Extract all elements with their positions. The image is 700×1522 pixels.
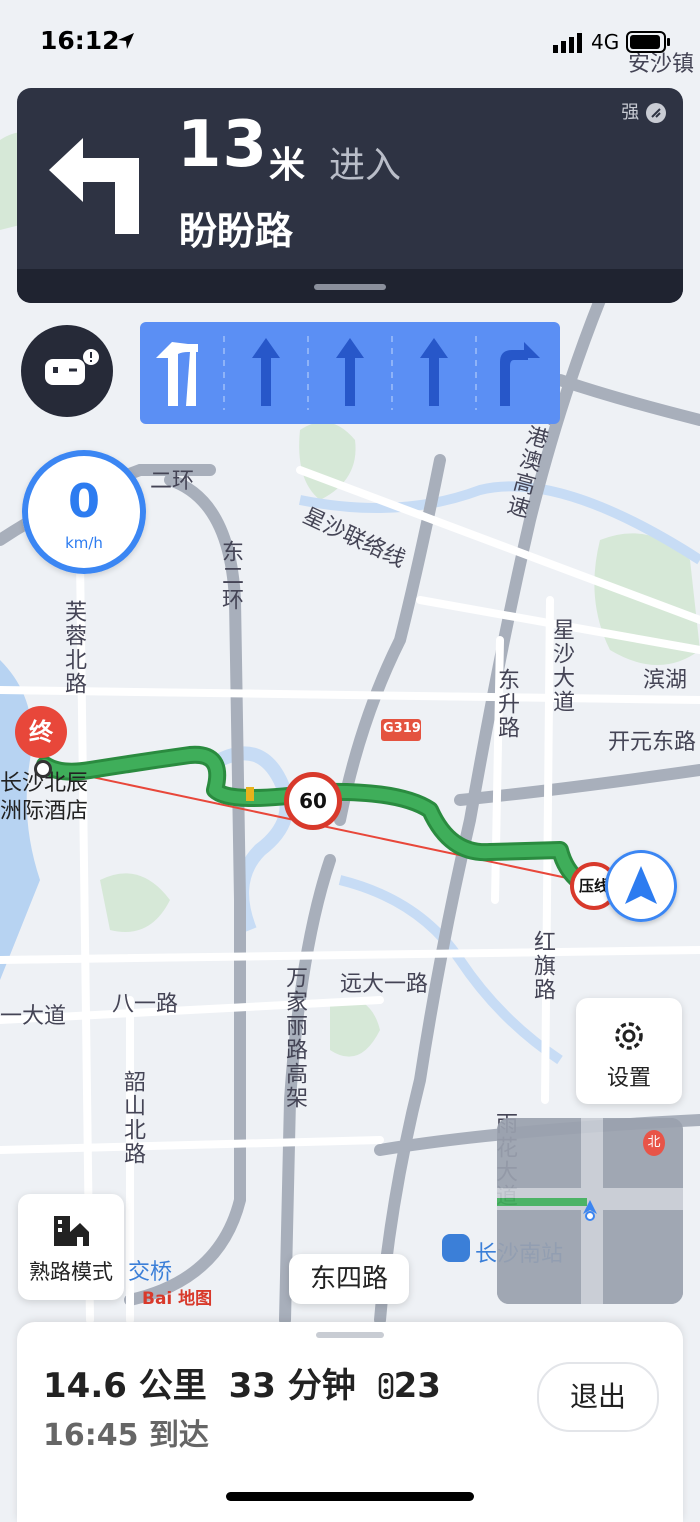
intersection-minimap[interactable]: 北 — [497, 1118, 683, 1304]
current-road-label: 东四路 — [289, 1254, 409, 1304]
map-label-east-ring: 东二环 — [218, 540, 243, 612]
traffic-light-icon — [378, 1372, 393, 1400]
map-label-jiaoqiao: 交桥 — [128, 1260, 173, 1285]
baidu-logo: Bai 地图 — [142, 1289, 213, 1309]
speed-unit: km/h — [65, 534, 103, 552]
navigation-arrow-icon — [625, 866, 657, 904]
gps-signal-label: 强 — [621, 102, 640, 123]
lane-straight-icon — [252, 338, 280, 406]
current-speed: 0 — [67, 474, 100, 528]
gps-signal-strength: 强 — [621, 98, 667, 124]
destination-pin: 终 — [15, 706, 67, 758]
speed-limit-sign: 60 — [284, 772, 342, 830]
train-station-icon — [442, 1234, 470, 1262]
map-label-yuanda: 远大一路 — [340, 972, 429, 997]
map-label-dongsheng: 东升路 — [494, 668, 519, 740]
map-label-hongqi: 红旗路 — [530, 930, 555, 1002]
settings-label: 设置 — [606, 1066, 651, 1091]
lane-guidance — [140, 322, 560, 424]
map-label-shaoshan: 韶山北路 — [120, 1070, 145, 1166]
voice-assistant-button[interactable] — [21, 325, 113, 417]
lane-straight-icon — [336, 338, 364, 406]
distance-value: 13 — [177, 108, 269, 182]
trip-summary: 14.6 公里 33 分钟 23 — [43, 1358, 451, 1407]
network-type: 4G — [591, 30, 620, 54]
familiar-route-mode-button[interactable]: 熟路模式 — [18, 1194, 124, 1300]
map-label-xingsha-blvd: 星沙大道 — [549, 618, 574, 714]
map-label-furong: 芙蓉北路 — [61, 600, 86, 696]
lane-right-turn-icon — [500, 342, 540, 406]
map-label-dadao: 一大道 — [0, 1004, 67, 1029]
location-arrow-icon — [118, 33, 134, 49]
destination-point — [34, 760, 52, 778]
speedometer: 0 km/h — [22, 450, 146, 574]
robot-icon — [45, 349, 99, 385]
map-label-bayi: 八一路 — [112, 992, 179, 1017]
map-label-ring-road: 二环 — [150, 469, 195, 494]
map-label-kaiyuan: 开元东路 — [608, 730, 697, 755]
panel-grabber[interactable] — [316, 1332, 384, 1338]
turn-action: 进入 — [329, 145, 402, 186]
home-indicator[interactable] — [226, 1492, 474, 1501]
gps-signal-icon — [646, 103, 666, 123]
familiar-route-mode-label: 熟路模式 — [29, 1260, 113, 1284]
cellular-signal-icon — [553, 33, 582, 53]
exit-navigation-button[interactable]: 退出 — [537, 1362, 659, 1432]
trip-distance: 14.6 公里 — [43, 1366, 207, 1406]
battery-icon — [626, 31, 670, 53]
status-bar: 16:12 4G — [0, 0, 700, 80]
traffic-light-count: 23 — [393, 1366, 441, 1406]
lane-straight-icon — [420, 338, 448, 406]
home-route-icon — [54, 1216, 89, 1246]
turn-instruction-card[interactable]: 13 米 进入 盼盼路 强 — [17, 88, 683, 303]
current-location-marker — [605, 850, 677, 922]
status-time: 16:12 — [40, 26, 120, 55]
north-compass-icon: 北 — [643, 1130, 665, 1156]
turn-left-arrow-icon — [49, 138, 139, 234]
map-label-binhu: 滨湖 — [643, 668, 688, 693]
nav-card-grabber[interactable] — [314, 284, 386, 290]
next-road-name: 盼盼路 — [179, 209, 294, 253]
gear-icon — [615, 1022, 643, 1050]
map-label-hotel: 长沙北辰洲际酒店 — [0, 771, 89, 824]
lane-arrows — [156, 336, 540, 410]
map-label-wanjiali: 万家丽路高架 — [282, 966, 307, 1110]
map-label-g319: G319 — [383, 721, 421, 736]
distance-unit: 米 — [269, 145, 306, 186]
trip-duration: 33 分钟 — [228, 1366, 356, 1406]
arrival-time: 16:45 到达 — [43, 1418, 209, 1453]
settings-button[interactable]: 设置 — [576, 998, 682, 1104]
